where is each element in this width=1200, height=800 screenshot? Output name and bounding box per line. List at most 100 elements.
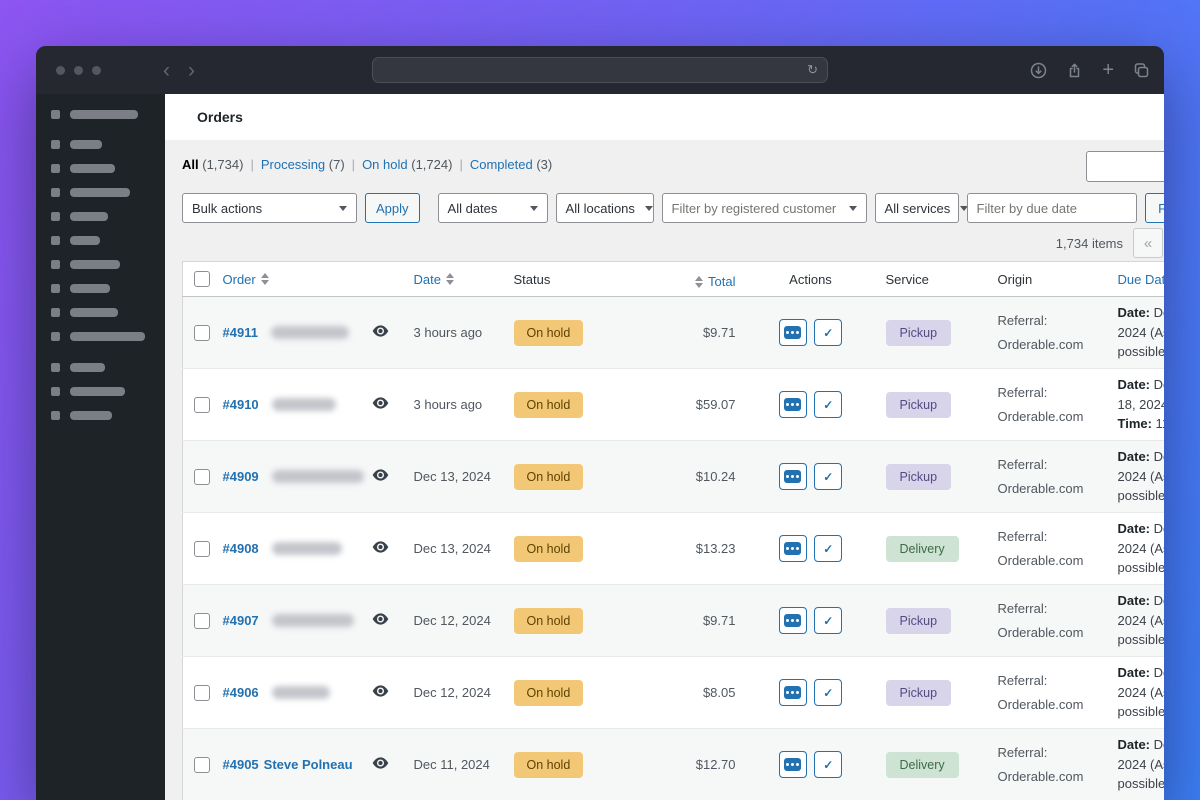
more-actions-button[interactable] <box>778 535 807 562</box>
all-services-select[interactable]: All services <box>874 193 969 223</box>
order-link[interactable]: #4909 <box>223 469 364 484</box>
all-dates-select[interactable]: All dates <box>437 193 548 223</box>
menu-label-skeleton <box>70 260 120 269</box>
customer-blur <box>271 614 354 627</box>
order-link[interactable]: #4906 <box>223 685 330 700</box>
sort-by-date[interactable]: Date <box>414 272 459 287</box>
origin-label: Referral: <box>997 601 1048 617</box>
due-date-filter-input[interactable] <box>966 193 1137 223</box>
all-locations-select[interactable]: All locations <box>555 193 654 223</box>
complete-order-button[interactable]: ✓ <box>814 679 843 706</box>
row-checkbox[interactable] <box>194 324 210 341</box>
select-all-checkbox[interactable] <box>194 271 210 287</box>
row-checkbox[interactable] <box>194 684 210 701</box>
sidebar-menu-item[interactable] <box>51 308 165 317</box>
menu-icon <box>51 260 60 269</box>
new-tab-icon[interactable]: + <box>1102 60 1114 80</box>
customer-blur <box>271 398 336 411</box>
sidebar-menu-item[interactable] <box>51 110 165 119</box>
sidebar-menu-item[interactable] <box>51 284 165 293</box>
address-bar[interactable]: ↻ <box>372 57 828 83</box>
downloads-icon[interactable] <box>1030 62 1047 79</box>
sidebar-menu-item[interactable] <box>51 387 165 396</box>
check-icon: ✓ <box>823 757 834 772</box>
more-actions-button[interactable] <box>778 607 807 634</box>
row-checkbox[interactable] <box>194 468 210 485</box>
browser-chrome: ‹ › ↻ + <box>36 46 1164 94</box>
bulk-actions-select[interactable]: Bulk actions <box>182 193 357 223</box>
sort-by-total[interactable]: Total <box>690 274 736 289</box>
complete-order-button[interactable]: ✓ <box>814 391 843 418</box>
order-number: #4911 <box>222 325 258 340</box>
sidebar-menu-item[interactable] <box>51 332 165 341</box>
view-on-hold[interactable]: On hold (1,724) <box>362 157 452 172</box>
window-controls[interactable] <box>56 65 101 75</box>
sidebar-menu-item[interactable] <box>51 236 165 245</box>
view-all[interactable]: All (1,734) <box>182 157 243 172</box>
more-actions-button[interactable] <box>778 679 807 706</box>
admin-sidebar <box>36 94 165 800</box>
view-completed[interactable]: Completed (3) <box>470 157 552 172</box>
more-actions-button[interactable] <box>778 391 807 418</box>
window-control-dot[interactable] <box>74 65 83 75</box>
more-actions-button[interactable] <box>778 463 807 490</box>
preview-eye-icon[interactable] <box>372 757 389 769</box>
order-link[interactable]: #4910 <box>223 397 336 412</box>
sidebar-menu-item[interactable] <box>51 140 165 149</box>
share-icon[interactable] <box>1066 62 1083 79</box>
sidebar-menu-item[interactable] <box>51 188 165 197</box>
sidebar-menu-item[interactable] <box>51 260 165 269</box>
view-processing[interactable]: Processing (7) <box>261 157 345 172</box>
order-link[interactable]: #4907 <box>223 613 354 628</box>
complete-order-button[interactable]: ✓ <box>814 463 843 490</box>
search-orders-input[interactable] <box>1086 151 1164 182</box>
menu-label-skeleton <box>70 308 118 317</box>
preview-eye-icon[interactable] <box>372 541 389 553</box>
order-row: #4910 3 hours ago On hold $59.07 ✓ Picku… <box>182 368 1164 441</box>
due-line: Date: December 2024 (As soon as possible… <box>1117 521 1165 576</box>
window-control-dot[interactable] <box>56 65 65 75</box>
preview-eye-icon[interactable] <box>372 685 389 697</box>
preview-eye-icon[interactable] <box>372 397 389 409</box>
table-navigation: 1,734 items « <box>182 228 1163 258</box>
complete-order-button[interactable]: ✓ <box>814 751 843 778</box>
filter-button[interactable]: Filter <box>1144 193 1164 223</box>
complete-order-button[interactable]: ✓ <box>814 319 843 346</box>
more-actions-button[interactable] <box>778 751 807 778</box>
row-checkbox[interactable] <box>194 540 210 557</box>
sidebar-menu-item[interactable] <box>51 164 165 173</box>
sort-by-order[interactable]: Order <box>223 272 274 287</box>
row-checkbox[interactable] <box>194 396 210 413</box>
order-link[interactable]: #4908 <box>223 541 342 556</box>
sort-by-due-date[interactable]: Due Date/Time <box>1118 272 1165 287</box>
more-actions-button[interactable] <box>778 319 807 346</box>
service-badge: Pickup <box>885 679 952 706</box>
order-row: #4911 3 hours ago On hold $9.71 ✓ Pickup… <box>182 296 1164 369</box>
check-icon: ✓ <box>823 613 834 628</box>
complete-order-button[interactable]: ✓ <box>814 607 843 634</box>
window-control-dot[interactable] <box>92 65 101 75</box>
apply-button[interactable]: Apply <box>365 193 420 223</box>
tabs-overview-icon[interactable] <box>1133 62 1150 79</box>
complete-order-button[interactable]: ✓ <box>814 535 843 562</box>
menu-icon <box>51 212 60 221</box>
forward-icon[interactable]: › <box>188 60 195 81</box>
menu-label-skeleton <box>70 164 115 173</box>
row-checkbox[interactable] <box>194 612 210 629</box>
sidebar-menu-item[interactable] <box>51 212 165 221</box>
back-icon[interactable]: ‹ <box>163 60 170 81</box>
row-checkbox[interactable] <box>194 756 210 773</box>
status-badge: On hold <box>513 463 584 490</box>
preview-eye-icon[interactable] <box>372 469 389 481</box>
order-link[interactable]: #4911 <box>223 325 349 340</box>
sidebar-menu-item[interactable] <box>51 363 165 372</box>
reload-icon[interactable]: ↻ <box>807 62 818 78</box>
first-page-button[interactable]: « <box>1133 228 1163 258</box>
order-link[interactable]: #4905 Steve Polneau <box>223 757 353 772</box>
order-date: 3 hours ago <box>413 325 483 340</box>
preview-eye-icon[interactable] <box>372 613 389 625</box>
preview-eye-icon[interactable] <box>372 325 389 337</box>
customer-filter-select[interactable]: Filter by registered customer <box>661 193 867 223</box>
ellipsis-icon <box>784 758 802 771</box>
sidebar-menu-item[interactable] <box>51 411 165 420</box>
